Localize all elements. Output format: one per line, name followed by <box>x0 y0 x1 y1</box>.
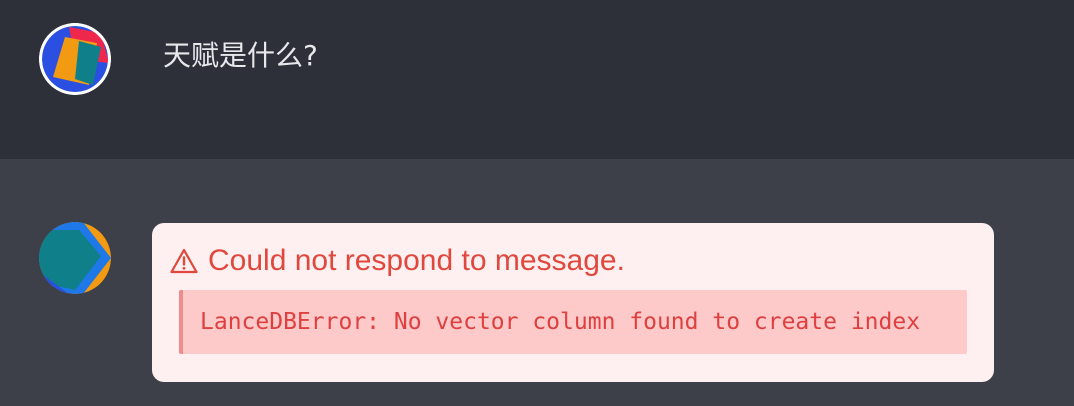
assistant-message-row: Could not respond to message. LanceDBErr… <box>0 159 1074 406</box>
user-message-row: 天赋是什么? <box>0 0 1074 159</box>
assistant-avatar-icon <box>39 222 111 294</box>
error-heading: Could not respond to message. <box>170 241 625 281</box>
user-avatar-icon <box>39 23 111 95</box>
error-detail-text: LanceDBError: No vector column found to … <box>200 309 921 335</box>
user-message-text: 天赋是什么? <box>163 39 318 72</box>
error-detail-block: LanceDBError: No vector column found to … <box>179 290 967 354</box>
error-card: Could not respond to message. LanceDBErr… <box>152 223 994 382</box>
error-title: Could not respond to message. <box>208 244 625 277</box>
warning-triangle-icon <box>170 248 198 274</box>
